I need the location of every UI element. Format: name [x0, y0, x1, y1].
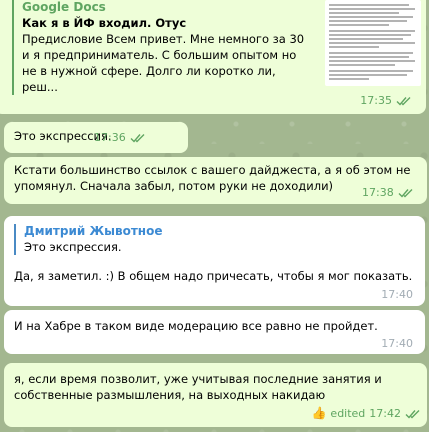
double-check-icon: [405, 409, 420, 419]
time-label: 17:35: [360, 94, 392, 107]
message-bubble-reply[interactable]: Дмитрий Жывотное Это экспрессия. Да, я з…: [4, 216, 425, 306]
time-label: 17:38: [362, 186, 394, 199]
reply-quote[interactable]: Дмитрий Жывотное Это экспрессия.: [14, 224, 162, 255]
message-text: Да, я заметил. :) В общем надо причесать…: [14, 269, 413, 283]
thumbs-up-icon[interactable]: 👍: [311, 406, 326, 421]
message-bubble[interactable]: Это экспрессия. 17:36: [4, 122, 188, 153]
edited-label: edited: [330, 407, 366, 420]
message-time: 👍 edited 17:42: [311, 406, 421, 421]
message-time: 17:38: [362, 185, 414, 200]
message-time: 17:36: [94, 130, 146, 145]
message-time: 17:40: [381, 336, 413, 351]
message-bubble[interactable]: я, если время позволит, уже учитывая пос…: [4, 363, 427, 427]
message-text: И на Хабре в таком виде модерацию все ра…: [14, 319, 378, 333]
reply-author: Дмитрий Жывотное: [24, 224, 163, 238]
message-link-preview[interactable]: Google Docs Как я в ЙФ входил. Отус Пред…: [0, 0, 426, 114]
message-text-line: упомянул. Сначала забыл, потом руки не д…: [14, 179, 334, 193]
link-preview-description-line: Предисловие Всем привет. Мне немного за …: [22, 32, 305, 46]
link-preview-site: Google Docs: [22, 0, 106, 14]
double-check-icon: [130, 133, 145, 143]
message-text-line: Кстати большинство ссылок с вашего дайдж…: [14, 163, 411, 177]
double-check-icon: [398, 188, 413, 198]
time-label: 17:40: [381, 337, 413, 350]
message-time: 17:35: [360, 93, 412, 108]
time-label: 17:42: [369, 407, 401, 420]
link-preview[interactable]: Google Docs Как я в ЙФ входил. Отус Пред…: [12, 0, 312, 95]
link-preview-title: Как я в ЙФ входил. Отус: [22, 16, 187, 30]
link-preview-description-line: не в нужной сфере. Долго ли коротко ли, …: [22, 64, 276, 94]
link-preview-thumbnail[interactable]: [325, 0, 421, 86]
message-bubble[interactable]: И на Хабре в таком виде модерацию все ра…: [4, 310, 425, 354]
reply-text: Это экспрессия.: [24, 240, 122, 254]
message-text-line: собственные размышления, на выходных нак…: [14, 388, 326, 402]
time-label: 17:36: [94, 131, 126, 144]
message-time: 17:40: [381, 287, 413, 302]
time-label: 17:40: [381, 288, 413, 301]
message-text-line: я, если время позволит, уже учитывая пос…: [14, 372, 382, 386]
double-check-icon: [396, 96, 411, 106]
link-preview-description-line: и я предприниматель. С большим опытом но: [22, 48, 297, 62]
message-bubble[interactable]: Кстати большинство ссылок с вашего дайдж…: [4, 157, 427, 204]
